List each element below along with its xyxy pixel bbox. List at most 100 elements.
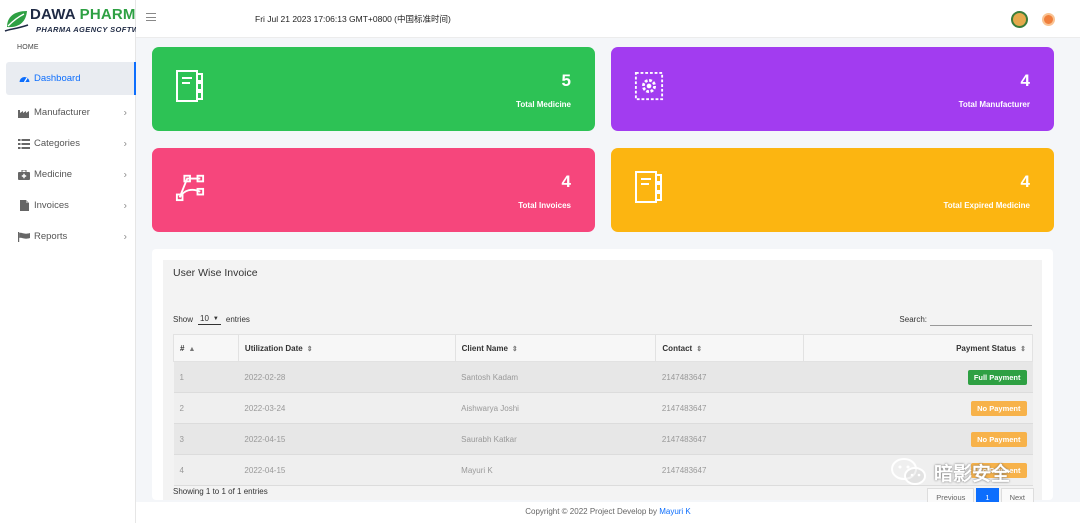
sort-asc-icon: ▲ — [188, 345, 196, 353]
sidebar-item-label: Manufacturer — [34, 107, 90, 118]
sidebar-item-invoices[interactable]: Invoices › — [0, 190, 136, 221]
card-count: 5 — [561, 71, 571, 90]
card-total-expired-medicine[interactable]: 4 Total Expired Medicine — [611, 148, 1054, 232]
search-label: Search: — [899, 315, 927, 324]
leaf-logo-icon — [4, 11, 29, 32]
card-total-manufacturer[interactable]: 4 Total Manufacturer — [611, 47, 1054, 131]
entries-select-value: 10 — [200, 314, 209, 323]
search-input[interactable] — [930, 313, 1032, 326]
cell-date: 2022-03-24 — [238, 392, 456, 424]
cell-date: 2022-02-28 — [238, 361, 456, 393]
flag-icon — [18, 231, 30, 243]
brand-title-dark: DAWA — [30, 6, 76, 23]
notebook-icon — [635, 171, 662, 203]
cell-date: 2022-04-15 — [238, 423, 456, 455]
sort-icon: ⇕ — [306, 345, 313, 353]
show-entries-control: Show 10 ▼ entries — [173, 313, 250, 325]
cell-id: 3 — [173, 423, 239, 455]
column-label: Client Name — [461, 343, 508, 353]
sidebar-item-label: Medicine — [34, 169, 73, 180]
brand-logo[interactable]: DAWA PHARMA PHARMA AGENCY SOFTWARE — [2, 4, 155, 38]
table-row: 2 2022-03-24 Aishwarya Joshi 2147483647 … — [173, 392, 1033, 424]
header-datetime: Fri Jul 21 2023 17:06:13 GMT+0800 (中国标准时… — [255, 14, 451, 24]
column-header-number[interactable]: # ▲ — [173, 334, 239, 362]
sort-icon: ⇕ — [511, 345, 518, 353]
vector-icon — [175, 174, 205, 202]
sidebar: DAWA PHARMA PHARMA AGENCY SOFTWARE HOME … — [0, 0, 155, 523]
sidebar-item-manufacturer[interactable]: Manufacturer › — [0, 97, 136, 128]
status-badge: No Payment — [971, 431, 1027, 447]
cell-date: 2022-04-15 — [238, 454, 456, 486]
chevron-right-icon: › — [123, 169, 127, 180]
list-icon — [18, 138, 30, 150]
tachometer-icon — [18, 73, 30, 85]
card-label: Total Manufacturer — [958, 100, 1030, 109]
table-row: 1 2022-02-28 Santosh Kadam 2147483647 Fu… — [173, 361, 1033, 393]
chevron-right-icon: › — [123, 138, 127, 149]
column-header-client-name[interactable]: Client Name ⇕ — [454, 334, 657, 362]
section-label-home: HOME — [17, 44, 39, 51]
table-header-row: # ▲ Utilization Date ⇕ Client Name ⇕ Contac… — [173, 334, 1033, 362]
card-total-invoices[interactable]: 4 Total Invoices — [152, 148, 595, 232]
sidebar-item-reports[interactable]: Reports › — [0, 221, 136, 252]
industry-icon — [18, 107, 30, 119]
column-header-utilization-date[interactable]: Utilization Date ⇕ — [237, 334, 456, 362]
table-row: 3 2022-04-15 Saurabh Katkar 2147483647 N… — [173, 423, 1033, 455]
cell-status: No Payment — [803, 392, 1033, 424]
column-header-payment-status[interactable]: Payment Status ⇕ — [803, 334, 1033, 362]
table-info: Showing 1 to 1 of 1 entries — [173, 487, 268, 496]
cell-client: Saurabh Katkar — [455, 423, 656, 455]
sidebar-item-medicine[interactable]: Medicine › — [0, 159, 136, 190]
column-header-contact[interactable]: Contact ⇕ — [655, 334, 805, 362]
emblem-icon[interactable] — [1011, 11, 1028, 28]
chevron-right-icon: › — [123, 107, 127, 118]
footer-copyright: Copyright © 2022 Project Develop by — [525, 507, 657, 516]
card-label: Total Invoices — [518, 201, 571, 210]
sidebar-item-dashboard[interactable]: Dashboard — [6, 62, 136, 95]
hamburger-icon[interactable] — [146, 13, 156, 21]
card-count: 4 — [561, 172, 571, 191]
sidebar-item-label: Dashboard — [34, 73, 81, 84]
cell-id: 2 — [173, 392, 239, 424]
card-count: 4 — [1020, 172, 1030, 191]
sort-icon: ⇕ — [696, 345, 703, 353]
notebook-icon — [176, 70, 203, 102]
search-control: Search: — [899, 313, 1032, 326]
gear-icon — [634, 71, 664, 101]
cell-contact: 2147483647 — [655, 423, 804, 455]
cell-status: No Payment — [803, 423, 1033, 455]
top-header: Fri Jul 21 2023 17:06:13 GMT+0800 (中国标准时… — [136, 0, 1080, 38]
cell-client: Mayuri K — [455, 454, 656, 486]
column-label: Utilization Date — [244, 343, 303, 353]
card-label: Total Expired Medicine — [943, 201, 1030, 210]
sidebar-nav: Dashboard Manufacturer › Categories › Me… — [0, 62, 136, 252]
column-label: Contact — [662, 343, 693, 353]
watermark-text: 暗影安全 — [934, 463, 1011, 485]
chevron-down-icon: ▼ — [212, 315, 219, 322]
column-label: # — [180, 343, 185, 353]
cell-contact: 2147483647 — [655, 392, 804, 424]
sidebar-item-label: Invoices — [34, 200, 69, 211]
entries-select[interactable]: 10 ▼ — [198, 313, 221, 325]
user-avatar[interactable] — [1042, 13, 1055, 26]
panel-title: User Wise Invoice — [173, 267, 258, 279]
sidebar-item-label: Categories — [34, 138, 80, 149]
cell-status: Full Payment — [803, 361, 1033, 393]
medkit-icon — [18, 169, 30, 181]
card-count: 4 — [1020, 71, 1030, 90]
show-label: Show — [173, 314, 194, 324]
wechat-icon — [891, 458, 926, 485]
column-label: Payment Status — [956, 343, 1017, 353]
sort-icon: ⇕ — [1020, 345, 1026, 353]
brand-title: DAWA PHARMA — [30, 6, 147, 23]
card-label: Total Medicine — [516, 100, 571, 109]
footer-author-link[interactable]: Mayuri K — [659, 507, 691, 516]
chevron-right-icon: › — [123, 200, 127, 211]
sidebar-item-categories[interactable]: Categories › — [0, 128, 136, 159]
cell-id: 1 — [173, 361, 239, 393]
entries-label: entries — [225, 314, 250, 324]
footer: Copyright © 2022 Project Develop by Mayu… — [136, 502, 1080, 523]
status-badge: No Payment — [971, 400, 1027, 416]
file-icon — [18, 200, 30, 212]
card-total-medicine[interactable]: 5 Total Medicine — [152, 47, 595, 131]
